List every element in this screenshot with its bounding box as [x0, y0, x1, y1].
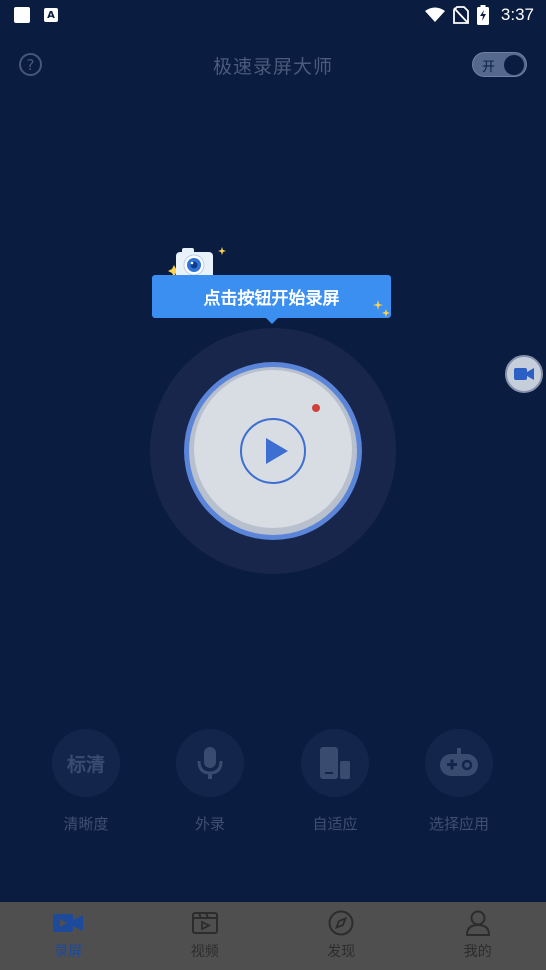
status-bar-left: A: [14, 7, 58, 23]
option-label: 选择应用: [428, 815, 489, 833]
clock: 3:37: [500, 5, 534, 24]
nav-label: 录屏: [54, 944, 83, 960]
nav-item-profile[interactable]: 我的: [410, 902, 546, 970]
nav-label: 我的: [463, 944, 492, 960]
bottom-navigation: 录屏 视频 发现 我的: [0, 902, 546, 970]
microphone-icon: [176, 729, 244, 797]
option-label: 外录: [194, 815, 225, 833]
notification-square-icon: [14, 7, 30, 23]
recording-options: 标清 清晰度 外录 自适应 选择应用: [0, 729, 546, 839]
floating-record-button[interactable]: [505, 355, 543, 393]
option-select-app[interactable]: 选择应用: [404, 729, 514, 834]
option-orientation[interactable]: 自适应: [280, 729, 390, 834]
person-icon: [463, 910, 493, 936]
sparkle-icon: [373, 300, 390, 317]
option-quality[interactable]: 标清 清晰度: [31, 729, 141, 834]
gamepad-icon: [425, 729, 493, 797]
nav-item-videos[interactable]: 视频: [137, 902, 274, 970]
battery-charging-icon: [476, 5, 489, 25]
video-camera-icon: [53, 910, 84, 936]
option-label: 清晰度: [63, 815, 109, 833]
status-bar-right: 3:37: [424, 5, 534, 25]
app-header: ? 极速录屏大师 开: [0, 44, 546, 84]
floating-window-toggle[interactable]: 开: [472, 52, 527, 77]
option-external-audio[interactable]: 外录: [155, 729, 265, 834]
nav-item-discover[interactable]: 发现: [273, 902, 410, 970]
nav-label: 视频: [190, 944, 219, 960]
nav-item-record[interactable]: 录屏: [0, 902, 137, 970]
quality-icon: 标清: [52, 729, 120, 797]
film-icon: [190, 910, 220, 936]
status-bar: A 3:37: [0, 0, 546, 30]
option-label: 自适应: [312, 815, 358, 833]
notification-a-icon: A: [44, 8, 58, 22]
tooltip-arrow: [265, 317, 279, 324]
compass-icon: [326, 910, 356, 936]
toggle-label: 开: [482, 60, 496, 75]
start-recording-tooltip: 点击按钮开始录屏: [152, 275, 391, 318]
video-camera-icon: [514, 368, 534, 380]
no-sim-icon: [453, 6, 469, 24]
wifi-icon: [424, 7, 445, 22]
toggle-knob: [504, 55, 524, 75]
orientation-icon: [301, 729, 369, 797]
page-title: 极速录屏大师: [212, 56, 333, 78]
record-indicator-dot: [312, 404, 320, 412]
nav-label: 发现: [327, 944, 356, 960]
play-icon: [266, 438, 288, 464]
